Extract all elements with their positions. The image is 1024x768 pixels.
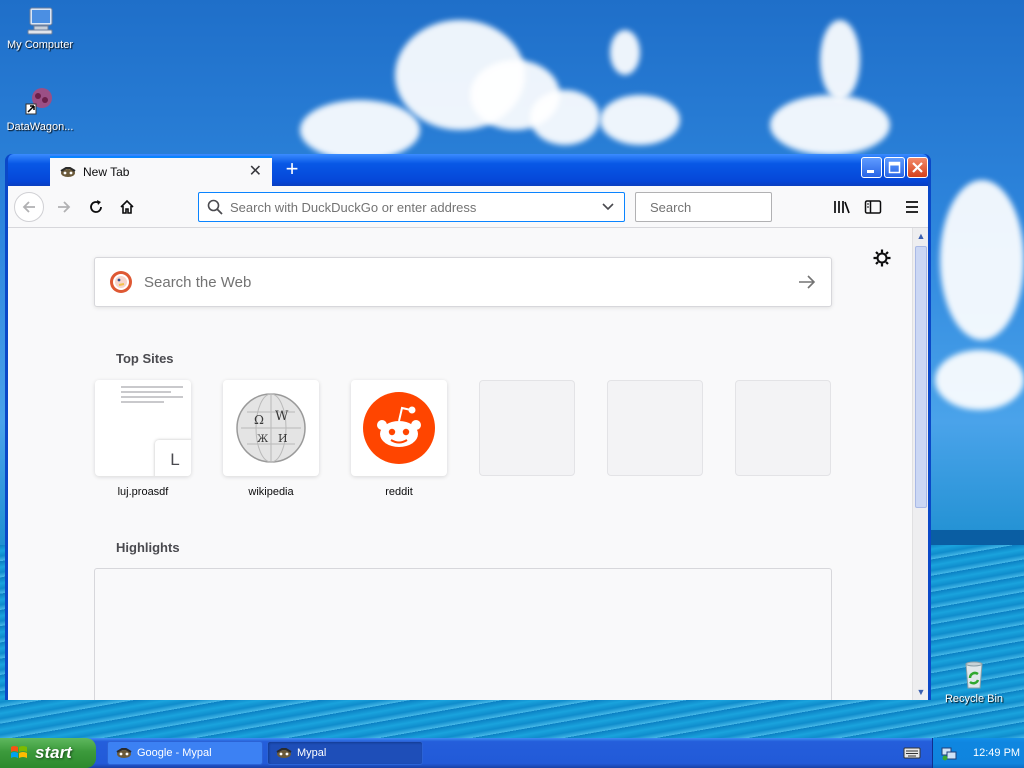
arrow-left-icon (22, 201, 35, 213)
web-search-input[interactable] (133, 273, 797, 291)
site-label: wikipedia (248, 486, 294, 498)
hamburger-menu-icon (906, 201, 918, 213)
my-computer-icon (27, 7, 53, 35)
forward-button[interactable] (49, 192, 79, 222)
taskbar-item-mypal[interactable]: Mypal (267, 741, 423, 765)
search-input[interactable] (643, 199, 826, 215)
arrow-right-icon (58, 201, 71, 213)
svg-text:Ω: Ω (254, 413, 264, 427)
new-tab-button[interactable]: + (280, 158, 304, 182)
top-site-empty-slot[interactable] (607, 380, 703, 476)
back-button[interactable] (14, 192, 44, 222)
desktop-icon-label: Recycle Bin (944, 693, 1004, 705)
start-label: start (35, 743, 72, 762)
empty-site-placeholder (735, 380, 831, 476)
address-bar[interactable] (198, 192, 625, 222)
clock[interactable]: 12:49 PM (973, 747, 1020, 759)
duckduckgo-icon (110, 271, 132, 293)
taskbar-item-google-mypal[interactable]: Google - Mypal (107, 741, 263, 765)
taskbar: start Google - Mypal Mypal 12:49 PM (0, 738, 1024, 768)
search-icon (207, 199, 223, 215)
top-site-empty-slot[interactable] (735, 380, 831, 476)
svg-text:W: W (275, 409, 289, 424)
top-site-empty-slot[interactable] (479, 380, 575, 476)
taskbar-item-label: Google - Mypal (137, 747, 212, 759)
home-button[interactable] (112, 192, 142, 222)
network-icon[interactable] (941, 745, 957, 761)
mypal-icon (60, 167, 76, 177)
reddit-icon (363, 392, 435, 464)
maximize-button[interactable] (884, 157, 905, 178)
close-icon (912, 162, 923, 173)
scroll-down-icon[interactable]: ▼ (913, 684, 928, 700)
sidebar-icon (864, 200, 882, 214)
reload-icon (90, 200, 102, 213)
web-search-box[interactable] (94, 257, 832, 307)
tab-new-tab[interactable]: New Tab ✕ (50, 156, 272, 186)
site-label: luj.proasdf (117, 486, 169, 498)
svg-text:Ж: Ж (257, 434, 269, 445)
window-titlebar[interactable]: New Tab ✕ + (8, 154, 928, 186)
mypal-icon (276, 748, 292, 758)
site-thumbnail: Ω W И Ж (223, 380, 319, 476)
datawagon-icon (25, 88, 52, 115)
top-site-reddit[interactable]: reddit (351, 380, 447, 498)
tab-close-icon[interactable]: ✕ (249, 164, 262, 180)
taskbar-item-label: Mypal (297, 747, 327, 759)
site-thumbnail: L (95, 380, 191, 476)
desktop-icon-datawagon[interactable]: DataWagon... (0, 86, 80, 133)
home-icon (120, 199, 134, 214)
chevron-down-icon[interactable] (596, 195, 620, 219)
vertical-scrollbar[interactable]: ▲ ▼ (912, 228, 928, 700)
site-letter-badge: L (155, 440, 191, 476)
navigation-toolbar (8, 186, 928, 228)
arrow-right-icon[interactable] (797, 272, 817, 292)
windows-flag-icon (11, 746, 27, 758)
new-tab-page: Top Sites L luj.proasdf Ω W И Ж wik (8, 228, 928, 700)
keyboard-icon[interactable] (903, 746, 921, 760)
desktop-icon-label: My Computer (6, 39, 74, 51)
empty-site-placeholder (607, 380, 703, 476)
scroll-up-icon[interactable]: ▲ (913, 228, 928, 244)
desktop-icon-label: DataWagon... (6, 121, 74, 133)
desktop-icon-recycle-bin[interactable]: Recycle Bin (934, 658, 1014, 705)
tab-title: New Tab (83, 165, 130, 179)
browser-window: New Tab ✕ + Search with DuckDuckGo or en… (5, 154, 931, 700)
address-input[interactable] (223, 199, 596, 215)
system-tray: 12:49 PM (932, 738, 1024, 768)
minimize-button[interactable] (861, 157, 882, 178)
mypal-icon (116, 748, 132, 758)
settings-gear-icon[interactable] (872, 248, 892, 268)
scrollbar-thumb[interactable] (915, 246, 927, 508)
site-label: reddit (385, 486, 413, 498)
close-window-button[interactable] (907, 157, 928, 178)
reload-button[interactable] (81, 192, 111, 222)
page-screenshot (121, 386, 183, 406)
library-icon (834, 201, 850, 214)
highlights-heading: Highlights (116, 540, 180, 555)
site-thumbnail (351, 380, 447, 476)
desktop-icon-my-computer[interactable]: My Computer (0, 4, 80, 51)
svg-text:И: И (278, 432, 288, 445)
minimize-icon (867, 170, 874, 173)
top-sites-heading: Top Sites (116, 351, 174, 366)
menu-button[interactable] (900, 195, 924, 219)
recycle-bin-icon (965, 661, 983, 689)
top-site-luj-proasdf[interactable]: L luj.proasdf (95, 380, 191, 498)
wikipedia-globe-icon: Ω W И Ж (236, 393, 306, 463)
library-button[interactable] (830, 195, 854, 219)
maximize-icon (888, 161, 901, 174)
sidebar-button[interactable] (861, 195, 885, 219)
highlights-area (94, 568, 832, 700)
start-button[interactable]: start (0, 738, 96, 768)
search-bar[interactable] (635, 192, 826, 222)
top-site-wikipedia[interactable]: Ω W И Ж wikipedia (223, 380, 319, 498)
empty-site-placeholder (479, 380, 575, 476)
